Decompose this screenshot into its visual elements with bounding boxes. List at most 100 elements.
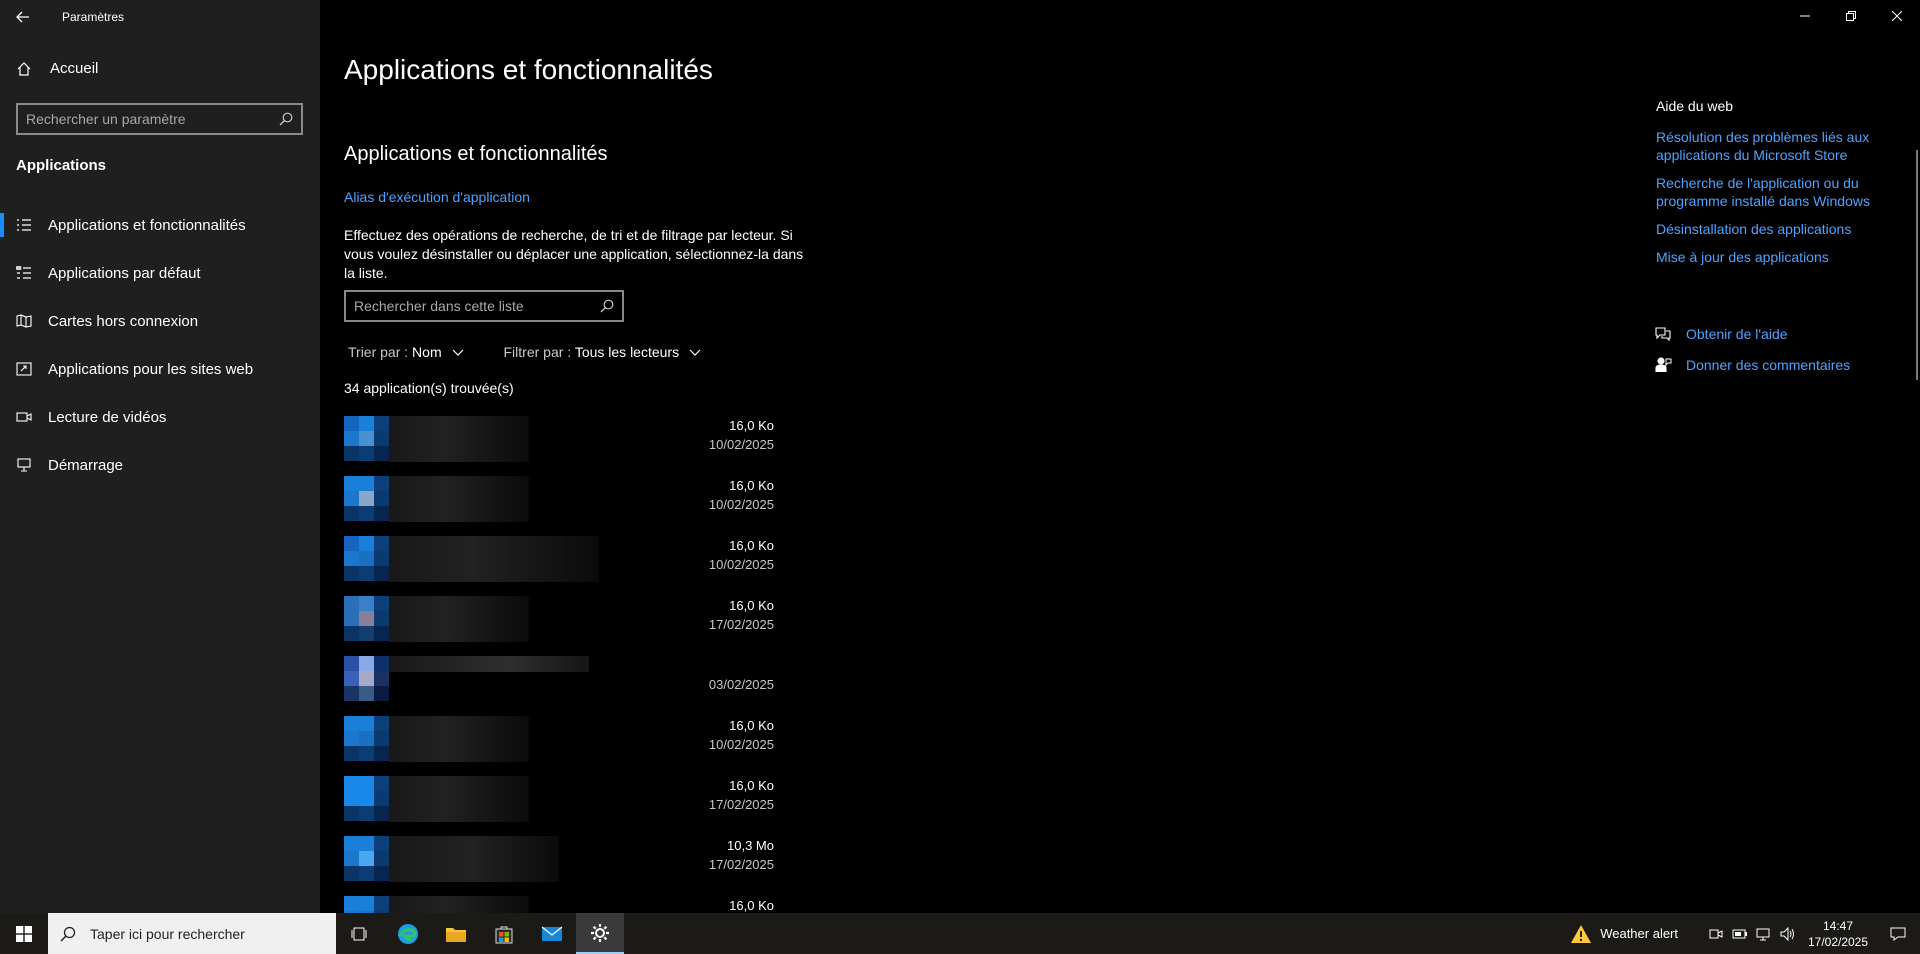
notification-center-button[interactable] (1876, 913, 1920, 954)
help-actions: Obtenir de l'aide Donner des commentaire… (1654, 318, 1850, 380)
app-size: 16,0 Ko (729, 538, 774, 553)
search-icon (600, 299, 614, 313)
sidebar-item-video-playback[interactable]: Lecture de vidéos (0, 393, 320, 441)
chevron-down-icon (452, 349, 463, 357)
back-arrow-icon (16, 11, 29, 23)
list-item[interactable]: 10,3 Mo 17/02/2025 (344, 830, 784, 890)
sidebar-item-apps-features[interactable]: Applications et fonctionnalités (0, 201, 320, 249)
filter-dropdown[interactable]: Filtrer par : Tous les lecteurs (504, 344, 702, 360)
list-item[interactable]: 16,0 Ko 17/02/2025 (344, 770, 784, 830)
description-text: Effectuez des opérations de recherche, d… (344, 227, 804, 281)
meet-now-button[interactable] (1704, 913, 1728, 954)
volume-button[interactable] (1776, 913, 1800, 954)
app-list: 16,0 Ko 10/02/2025 16,0 Ko 10/02/2025 16… (344, 410, 784, 950)
app-date: 03/02/2025 (708, 677, 774, 692)
app-size: 16,0 Ko (729, 778, 774, 793)
search-icon (279, 112, 293, 126)
settings-taskbar-button[interactable] (576, 913, 624, 954)
chevron-down-icon (689, 349, 701, 357)
list-item[interactable]: 16,0 Ko 10/02/2025 (344, 410, 784, 470)
sidebar-item-startup[interactable]: Démarrage (0, 441, 320, 489)
help-link[interactable]: Résolution des problèmes liés aux applic… (1656, 128, 1886, 164)
app-date: 10/02/2025 (708, 737, 774, 752)
section-title: Applications et fonctionnalités (344, 143, 608, 165)
apps-list-icon (16, 217, 32, 233)
weather-text: Weather alert (1600, 926, 1678, 941)
sidebar-item-offline-maps[interactable]: Cartes hors connexion (0, 297, 320, 345)
mail-icon (541, 926, 563, 941)
help-link[interactable]: Recherche de l'application ou du program… (1656, 174, 1886, 210)
list-item[interactable]: 16,0 Ko 17/02/2025 (344, 590, 784, 650)
minimize-button[interactable] (1782, 0, 1828, 32)
edge-icon (398, 923, 418, 944)
store-button[interactable] (480, 913, 528, 954)
app-date: 10/02/2025 (708, 557, 774, 572)
app-icon (344, 596, 389, 642)
sidebar-item-label: Applications et fonctionnalités (48, 216, 246, 234)
volume-icon (1780, 926, 1794, 941)
app-date: 10/02/2025 (708, 437, 774, 452)
battery-button[interactable] (1728, 913, 1752, 954)
settings-search[interactable] (16, 103, 303, 135)
edge-button[interactable] (384, 913, 432, 954)
windows-logo-icon (16, 925, 32, 942)
weather-widget[interactable]: Weather alert (1570, 924, 1678, 944)
app-name-redacted (389, 836, 559, 882)
app-icon (344, 776, 389, 822)
feedback-link[interactable]: Donner des commentaires (1654, 349, 1850, 380)
get-help-label: Obtenir de l'aide (1686, 325, 1788, 342)
settings-search-input[interactable] (26, 111, 266, 127)
network-button[interactable] (1752, 913, 1776, 954)
list-item[interactable]: 16,0 Ko 10/02/2025 (344, 710, 784, 770)
list-item[interactable]: 16,0 Ko 10/02/2025 (344, 470, 784, 530)
app-name-redacted (389, 536, 599, 582)
sidebar-item-web-apps[interactable]: Applications pour les sites web (0, 345, 320, 393)
help-link[interactable]: Désinstallation des applications (1656, 220, 1886, 238)
app-size: 16,0 Ko (729, 718, 774, 733)
start-button[interactable] (0, 913, 48, 954)
clock[interactable]: 14:47 17/02/2025 (1800, 918, 1876, 950)
video-icon (16, 409, 32, 425)
app-alias-link[interactable]: Alias d'exécution d'application (344, 189, 530, 205)
file-explorer-button[interactable] (432, 913, 480, 954)
app-size: 10,3 Mo (727, 838, 774, 853)
list-item[interactable]: 03/02/2025 (344, 650, 784, 710)
title-bar: Paramètres (0, 0, 124, 34)
sidebar-item-label: Applications par défaut (48, 264, 201, 282)
window-title: Paramètres (62, 10, 125, 24)
help-link[interactable]: Mise à jour des applications (1656, 248, 1886, 266)
close-button[interactable] (1874, 0, 1920, 32)
restore-button[interactable] (1828, 0, 1874, 32)
app-size: 16,0 Ko (729, 598, 774, 613)
app-list-search[interactable] (344, 290, 624, 322)
task-view-button[interactable] (336, 913, 384, 954)
sidebar: Paramètres Accueil Applications Applicat… (0, 0, 320, 913)
default-apps-icon (16, 265, 32, 281)
app-icon (344, 656, 389, 702)
app-size: 16,0 Ko (729, 478, 774, 493)
app-date: 17/02/2025 (708, 617, 774, 632)
chat-help-icon (1655, 326, 1671, 341)
app-size: 16,0 Ko (729, 898, 774, 913)
home-link[interactable]: Accueil (16, 60, 98, 77)
app-icon (344, 716, 389, 762)
list-item[interactable]: 16,0 Ko 10/02/2025 (344, 530, 784, 590)
get-help-link[interactable]: Obtenir de l'aide (1654, 318, 1850, 349)
app-size: 16,0 Ko (729, 418, 774, 433)
app-list-search-input[interactable] (354, 298, 584, 314)
sort-value: Nom (412, 344, 442, 360)
sort-dropdown[interactable]: Trier par : Nom (348, 344, 464, 360)
minimize-icon (1800, 15, 1810, 17)
sidebar-item-default-apps[interactable]: Applications par défaut (0, 249, 320, 297)
mail-button[interactable] (528, 913, 576, 954)
app-name-redacted (389, 476, 529, 522)
app-icon (344, 476, 389, 522)
back-button[interactable] (0, 1, 46, 33)
settings-icon (591, 923, 609, 942)
scrollbar[interactable] (1916, 150, 1918, 380)
sort-filter-row: Trier par : Nom Filtrer par : Tous les l… (348, 344, 701, 360)
app-icon (344, 416, 389, 462)
app-date: 17/02/2025 (708, 797, 774, 812)
search-icon (60, 926, 76, 942)
taskbar-search[interactable]: Taper ici pour rechercher (48, 913, 336, 954)
